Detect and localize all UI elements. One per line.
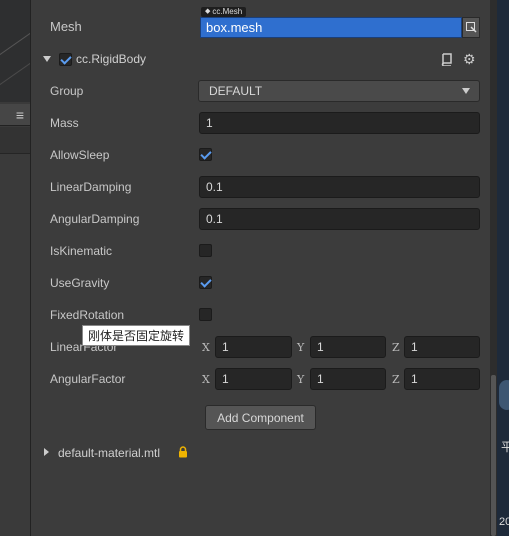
linear-factor-y-input[interactable]: 1 [310, 336, 386, 358]
fixed-rotation-tooltip: 刚体是否固定旋转 [82, 325, 190, 346]
background-window-edge: 平 20 [497, 0, 509, 536]
mesh-asset-value: box.mesh [206, 20, 263, 35]
fixed-rotation-label: FixedRotation [50, 308, 125, 322]
scrollbar-thumb[interactable] [491, 375, 496, 536]
asset-icon: ◆ [205, 8, 211, 15]
mesh-asset-type-badge: ◆ cc.Mesh [201, 7, 247, 17]
allow-sleep-checkbox[interactable] [199, 148, 212, 161]
edge-text-1: 平 [501, 440, 509, 454]
mass-label: Mass [50, 116, 79, 130]
angular-damping-input[interactable]: 0.1 [199, 208, 480, 230]
gear-icon[interactable]: ⚙ [463, 52, 476, 66]
asset-picker-button[interactable] [462, 17, 480, 38]
linear-damping-input[interactable]: 0.1 [199, 176, 480, 198]
fixed-rotation-checkbox[interactable] [199, 308, 212, 321]
collapse-toggle-icon[interactable] [43, 56, 51, 62]
angular-factor-label: AngularFactor [50, 372, 126, 386]
linear-factor-x-input[interactable]: 1 [215, 336, 292, 358]
inspector-scrollbar[interactable] [490, 0, 497, 536]
material-expand-icon[interactable] [44, 448, 49, 456]
linear-factor-z-input[interactable]: 1 [404, 336, 480, 358]
group-label: Group [50, 84, 84, 98]
hamburger-menu-icon[interactable]: ≡ [0, 104, 30, 126]
chevron-down-icon [462, 88, 470, 94]
edge-text-2: 20 [499, 516, 509, 528]
is-kinematic-label: IsKinematic [50, 244, 113, 258]
book-icon[interactable] [441, 53, 453, 69]
angular-factor-z-axis: Z [392, 373, 400, 386]
mesh-asset-field[interactable]: box.mesh [200, 17, 462, 38]
linear-factor-z-axis: Z [392, 341, 400, 354]
lock-icon[interactable] [178, 446, 188, 461]
angular-factor-y-axis: Y [297, 373, 305, 386]
pick-target-icon [465, 22, 477, 33]
linear-factor-y-axis: Y [297, 341, 305, 354]
add-component-button[interactable]: Add Component [205, 405, 316, 430]
group-select[interactable]: DEFAULT [198, 80, 480, 102]
mass-input[interactable]: 1 [199, 112, 480, 134]
component-enabled-checkbox[interactable] [59, 53, 72, 66]
linear-factor-x-axis: X [202, 341, 210, 354]
use-gravity-label: UseGravity [50, 276, 110, 290]
use-gravity-checkbox[interactable] [199, 276, 212, 289]
component-name: cc.RigidBody [76, 52, 147, 66]
angular-factor-z-input[interactable]: 1 [404, 368, 480, 390]
linear-damping-label: LinearDamping [50, 180, 132, 194]
allow-sleep-label: AllowSleep [50, 148, 110, 162]
group-value: DEFAULT [209, 84, 263, 98]
angular-damping-label: AngularDamping [50, 212, 140, 226]
scene-preview [0, 0, 30, 102]
material-name: default-material.mtl [58, 446, 161, 460]
angular-factor-y-input[interactable]: 1 [310, 368, 386, 390]
scene-toolbar-band [0, 127, 30, 154]
angular-factor-x-axis: X [202, 373, 210, 386]
angular-factor-x-input[interactable]: 1 [215, 368, 292, 390]
mesh-label: Mesh [50, 19, 82, 34]
is-kinematic-checkbox[interactable] [199, 244, 212, 257]
scene-view-strip: ≡ [0, 0, 30, 536]
